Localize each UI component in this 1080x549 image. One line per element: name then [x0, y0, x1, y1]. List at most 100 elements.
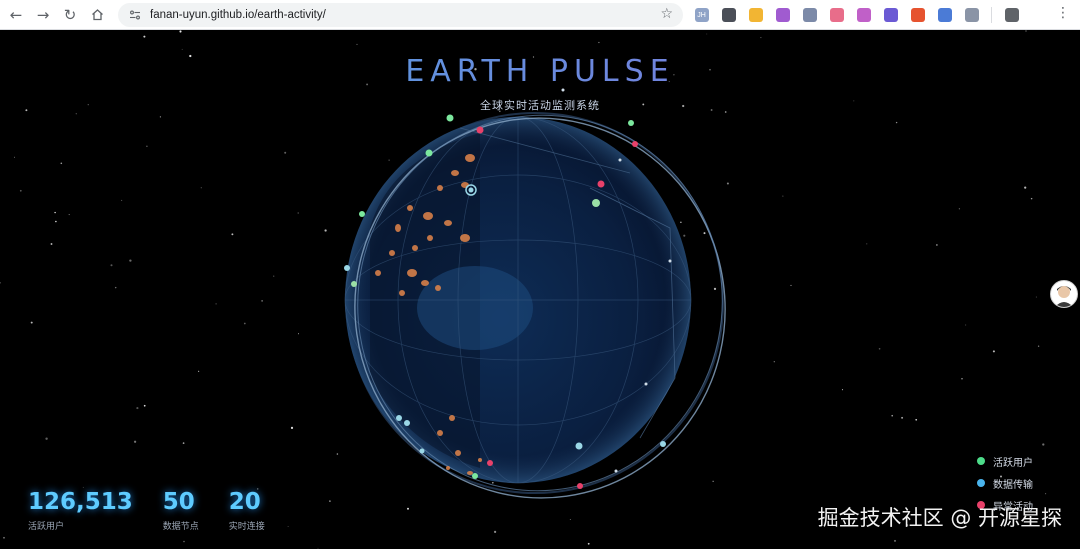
- star: [143, 35, 146, 38]
- star: [133, 440, 137, 443]
- star: [273, 275, 275, 277]
- stat-value: 20: [228, 489, 261, 515]
- star: [958, 208, 961, 210]
- star: [200, 187, 202, 189]
- stat-value: 50: [162, 489, 195, 515]
- star: [136, 407, 139, 410]
- star: [356, 43, 358, 45]
- star: [143, 404, 146, 407]
- star: [915, 418, 918, 421]
- star: [231, 233, 234, 236]
- star: [75, 113, 77, 115]
- stat-label: 活跃用户: [28, 522, 65, 532]
- star: [45, 437, 48, 440]
- star: [261, 300, 263, 302]
- star: [54, 211, 56, 214]
- star: [181, 48, 183, 50]
- earth-globe[interactable]: [330, 78, 750, 538]
- star: [895, 121, 898, 124]
- star: [760, 37, 762, 39]
- puzzle-extension-icon[interactable]: [1004, 8, 1019, 22]
- star: [587, 542, 590, 545]
- star: [3, 536, 5, 539]
- forward-icon[interactable]: →: [30, 2, 56, 28]
- star: [0, 282, 1, 284]
- bookmark-star-icon[interactable]: ☆: [660, 6, 673, 22]
- menu-icon[interactable]: ⋮: [1056, 6, 1070, 20]
- star: [790, 284, 792, 286]
- legend-dot: [977, 479, 985, 487]
- star: [891, 414, 894, 417]
- star: [893, 539, 897, 542]
- star: [1025, 30, 1027, 32]
- browser-toolbar: ← → ↻ fanan-uyun.github.io/earth-activit…: [0, 0, 1080, 30]
- stat-realtime-connections: 20 实时连接: [229, 488, 265, 532]
- feather-extension-icon[interactable]: [964, 8, 979, 22]
- star: [878, 347, 881, 350]
- star: [1037, 345, 1040, 347]
- bookmark-extension-icon[interactable]: [883, 8, 898, 22]
- elephant-extension-icon[interactable]: [721, 8, 736, 22]
- star: [68, 214, 70, 216]
- star: [19, 189, 22, 192]
- star: [598, 41, 600, 44]
- star: [110, 264, 113, 267]
- scissors-extension-icon[interactable]: [802, 8, 817, 22]
- site-info-icon[interactable]: [124, 9, 146, 21]
- star: [198, 370, 200, 372]
- star: [1024, 186, 1027, 189]
- star: [129, 259, 132, 262]
- pen-extension-icon[interactable]: [775, 8, 790, 22]
- star: [183, 540, 185, 543]
- toolbar-separator: [991, 7, 992, 23]
- star: [55, 220, 57, 223]
- star: [965, 324, 967, 326]
- star: [1045, 493, 1047, 495]
- star: [215, 303, 217, 305]
- url-text[interactable]: fanan-uyun.github.io/earth-activity/: [150, 9, 326, 21]
- star: [1035, 296, 1037, 298]
- page-subtitle: 全球实时活动监测系统: [480, 99, 600, 112]
- extensions-bar: JH: [688, 0, 1025, 30]
- legend-item-active-users: 活跃用户: [977, 450, 1033, 472]
- translate-extension-icon[interactable]: [910, 8, 925, 22]
- home-icon[interactable]: [84, 2, 110, 28]
- legend-item-data-transfer: 数据传输: [977, 472, 1033, 494]
- star: [324, 229, 327, 232]
- star: [182, 442, 185, 444]
- star: [841, 389, 844, 391]
- jh-extension-icon[interactable]: JH: [694, 8, 709, 22]
- address-bar[interactable]: fanan-uyun.github.io/earth-activity/ ☆: [118, 2, 683, 27]
- star: [773, 361, 775, 363]
- star: [297, 212, 299, 214]
- stat-label: 实时连接: [228, 522, 265, 532]
- star: [114, 286, 117, 289]
- reload-icon[interactable]: ↻: [57, 2, 83, 28]
- star: [706, 33, 708, 35]
- stat-data-nodes: 50 数据节点: [163, 488, 199, 532]
- star: [297, 333, 300, 335]
- star: [866, 243, 868, 245]
- stats-panel: 126,513 活跃用户 50 数据节点 20 实时连接: [28, 488, 295, 532]
- star: [992, 350, 995, 353]
- star: [936, 244, 938, 246]
- stat-label: 数据节点: [162, 522, 199, 532]
- star: [121, 199, 123, 201]
- star: [901, 416, 904, 419]
- floating-avatar[interactable]: [1050, 280, 1078, 308]
- star: [30, 321, 33, 324]
- star: [290, 426, 294, 429]
- star: [146, 145, 148, 147]
- globe-highlight: [417, 266, 533, 350]
- star: [60, 162, 63, 165]
- cart-extension-icon[interactable]: [937, 8, 952, 22]
- legend-label: 数据传输: [993, 479, 1033, 491]
- download-extension-icon[interactable]: [748, 8, 763, 22]
- legend-dot: [977, 457, 985, 465]
- page-stage: EARTH PULSE 全球实时活动监测系统 126,513 活跃用户 50 数…: [0, 30, 1080, 549]
- page-title: EARTH PULSE: [0, 54, 1080, 89]
- brain-extension-icon[interactable]: [856, 8, 871, 22]
- star: [50, 243, 53, 245]
- chart-extension-icon[interactable]: [829, 8, 844, 22]
- back-icon[interactable]: ←: [3, 2, 29, 28]
